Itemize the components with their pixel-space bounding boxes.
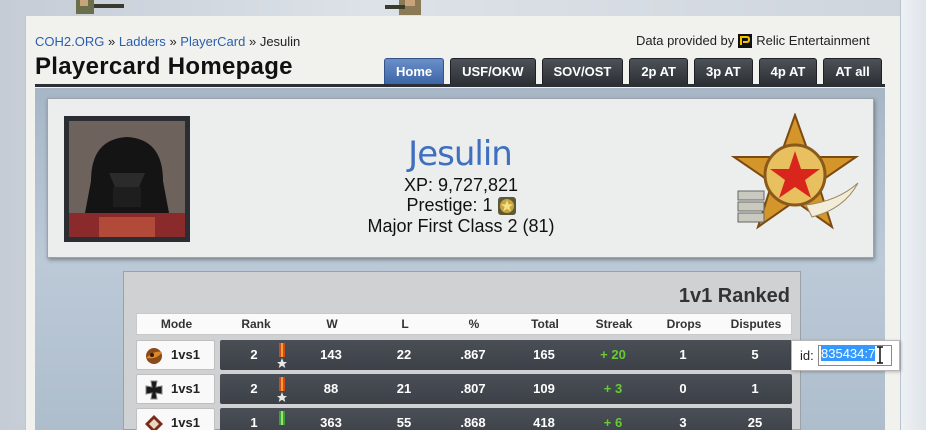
breadcrumb-separator: » — [107, 34, 116, 49]
streak-value: + 3 — [603, 381, 623, 396]
stats-cell: 2 143 22 .867 165 + 20 1 5 — [220, 340, 792, 370]
breadcrumb-current: Jesulin — [259, 34, 301, 49]
rank-value: 1 — [250, 415, 258, 430]
rank-value: 2 — [250, 347, 258, 362]
column-header-disputes: Disputes — [730, 317, 782, 331]
disputes-value: 25 — [747, 415, 763, 430]
prestige-star-icon — [497, 196, 516, 215]
table-header: Mode Rank W L % Total Streak Drops Dispu… — [136, 313, 792, 335]
losses-value: 22 — [396, 347, 412, 362]
mode-label: 1vs1 — [171, 415, 200, 430]
streak-value: + 6 — [603, 415, 623, 430]
soviet-faction-icon — [146, 348, 162, 364]
provider-prefix: Data provided by — [636, 33, 735, 48]
text-cursor-icon — [877, 346, 883, 364]
total-value: 109 — [533, 381, 555, 396]
mode-label: 1vs1 — [171, 381, 200, 396]
rank-value: 2 — [250, 381, 258, 396]
breadcrumb-separator: » — [169, 34, 177, 49]
player-prestige: Prestige: 1 — [330, 195, 592, 216]
losses-value: 55 — [396, 415, 412, 430]
table-row[interactable]: 1vs1 2 143 22 .867 165 + 20 1 5 — [136, 340, 792, 370]
losses-value: 21 — [396, 381, 412, 396]
tab-bar: Home USF/OKW SOV/OST 2p AT 3p AT 4p AT A… — [384, 58, 882, 84]
win-percentage-value: .868 — [460, 415, 486, 430]
wins-value: 363 — [320, 415, 342, 430]
rank-ribbon-icon — [277, 377, 287, 402]
wehrmacht-faction-icon — [145, 380, 163, 400]
stats-cell: 1 363 55 .868 418 + 6 3 25 — [220, 408, 792, 430]
right-gutter — [900, 0, 926, 430]
column-header-rank: Rank — [241, 317, 271, 331]
table-row[interactable]: 1vs1 2 88 21 .807 109 + 3 0 1 — [136, 374, 792, 404]
avatar-image — [69, 121, 185, 237]
soldier-art-right — [385, 0, 421, 15]
stats-cell: 2 88 21 .807 109 + 3 0 1 — [220, 374, 792, 404]
mode-cell: 1vs1 — [136, 340, 215, 370]
rank-ribbon-icon — [279, 411, 285, 425]
column-header-w: W — [326, 317, 338, 331]
mode-cell: 1vs1 — [136, 374, 215, 404]
relic-logo-icon — [738, 33, 753, 48]
column-header-pct: % — [468, 317, 480, 331]
disputes-value: 1 — [751, 381, 759, 396]
rank-ribbon-icon — [277, 343, 287, 368]
tab-at-all[interactable]: AT all — [823, 58, 882, 84]
breadcrumb: COH2.ORG » Ladders » PlayerCard » Jesuli… — [35, 34, 300, 49]
tab-2p-at[interactable]: 2p AT — [629, 58, 688, 84]
prestige-label: Prestige: 1 — [406, 195, 493, 215]
breadcrumb-playercard-link[interactable]: PlayerCard — [180, 34, 245, 49]
tab-sov-ost[interactable]: SOV/OST — [541, 58, 624, 84]
total-value: 165 — [533, 347, 555, 362]
rank-emblem-icon — [730, 113, 860, 230]
id-value-selected: 835434:7 — [821, 346, 876, 361]
disputes-value: 5 — [751, 347, 759, 362]
column-header-streak: Streak — [595, 317, 633, 331]
title-divider — [35, 84, 885, 87]
tab-3p-at[interactable]: 3p AT — [693, 58, 753, 84]
breadcrumb-separator: » — [248, 34, 257, 49]
tab-home[interactable]: Home — [384, 58, 445, 84]
avatar — [64, 116, 190, 242]
id-label: id: — [800, 348, 814, 363]
player-xp: XP: 9,727,821 — [403, 175, 519, 195]
win-percentage-value: .867 — [460, 347, 486, 362]
tab-4p-at[interactable]: 4p AT — [758, 58, 818, 84]
column-header-total: Total — [531, 317, 559, 331]
player-rank: Major First Class 2 (81) — [367, 216, 555, 236]
data-provider: Data provided by Relic Entertainment — [636, 33, 870, 48]
total-value: 418 — [533, 415, 555, 430]
drops-value: 3 — [679, 415, 687, 430]
mode-cell: 1vs1 — [136, 408, 215, 430]
streak-value: + 20 — [600, 347, 626, 362]
tab-usf-okw[interactable]: USF/OKW — [450, 58, 536, 84]
column-header-l: L — [401, 317, 409, 331]
win-percentage-value: .807 — [460, 381, 486, 396]
ranked-title: 1v1 Ranked — [678, 285, 790, 307]
breadcrumb-ladders-link[interactable]: Ladders — [119, 34, 166, 49]
breadcrumb-home-link[interactable]: COH2.ORG — [35, 34, 104, 49]
player-name: Jesulin — [408, 134, 513, 174]
okw-faction-icon — [145, 415, 163, 430]
wins-value: 88 — [323, 381, 339, 396]
darth-vader-avatar-icon — [69, 121, 185, 237]
page-title: Playercard Homepage — [35, 53, 293, 80]
mode-label: 1vs1 — [171, 347, 200, 362]
column-header-mode: Mode — [160, 317, 193, 331]
table-row[interactable]: 1vs1 1 363 55 .868 418 + 6 3 25 — [136, 408, 792, 430]
column-header-drops: Drops — [666, 317, 702, 331]
wins-value: 143 — [320, 347, 342, 362]
soldier-art-left — [76, 0, 124, 14]
drops-value: 1 — [679, 347, 687, 362]
provider-name: Relic Entertainment — [756, 33, 870, 48]
drops-value: 0 — [679, 381, 687, 396]
